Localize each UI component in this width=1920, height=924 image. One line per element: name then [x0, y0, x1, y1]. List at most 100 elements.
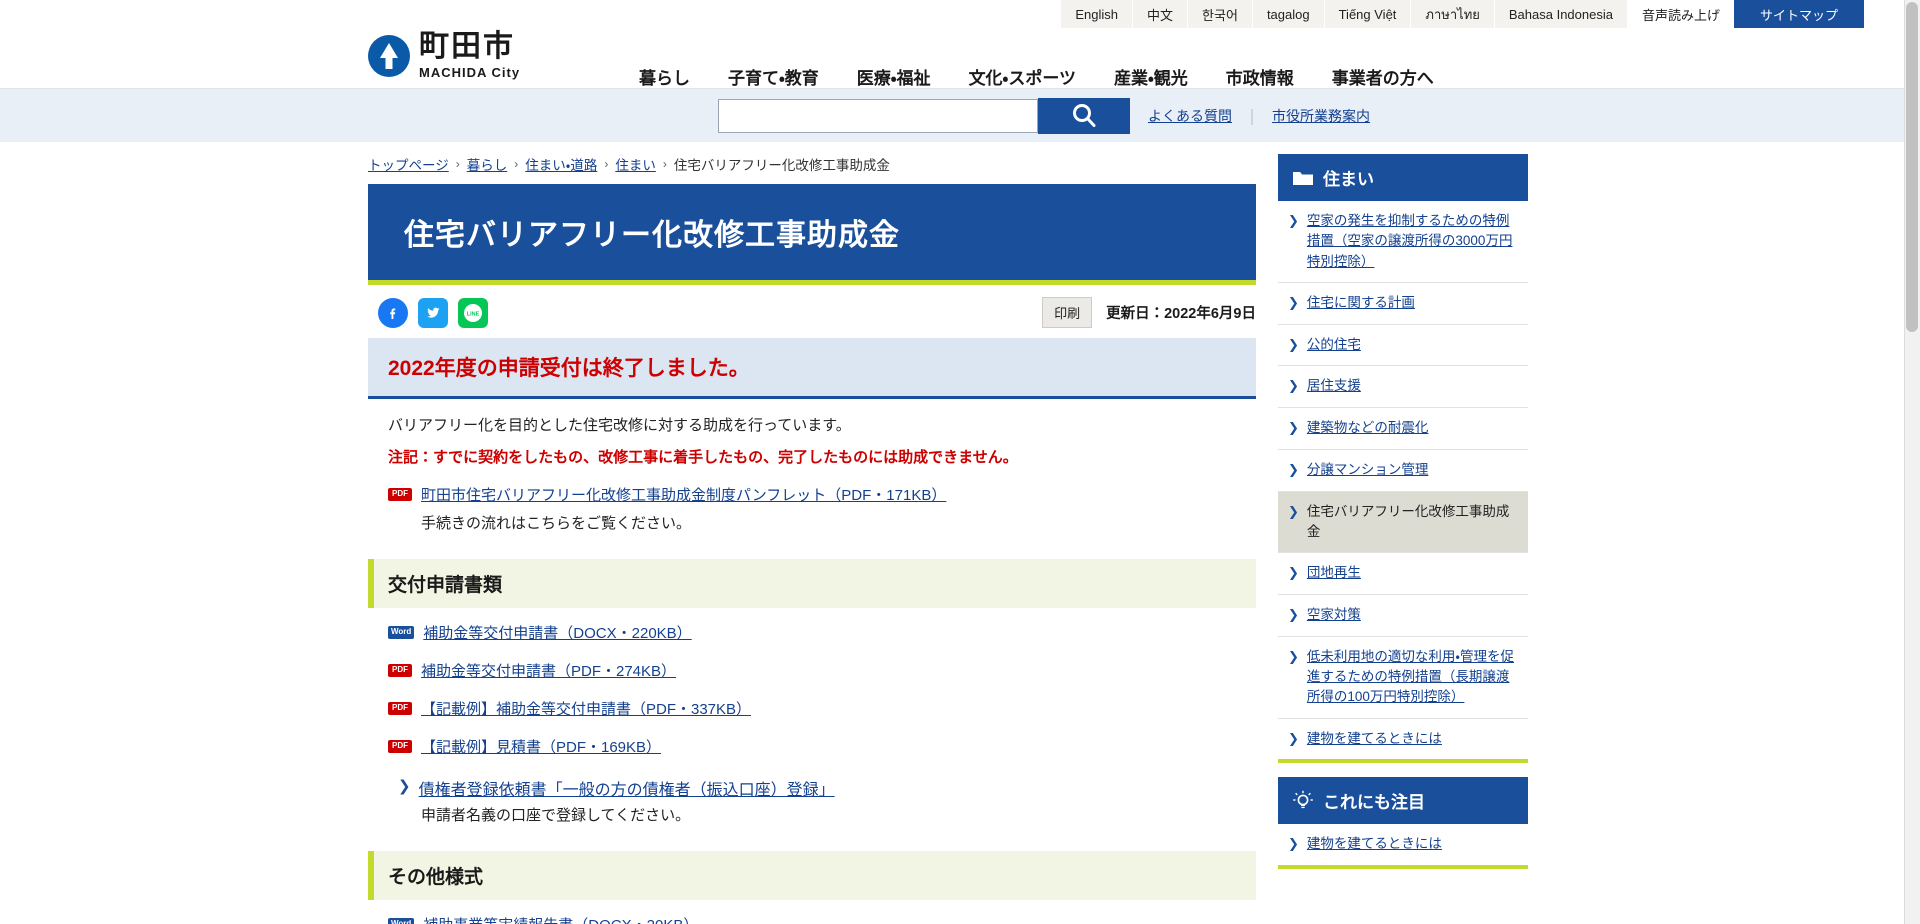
- search-input[interactable]: [718, 98, 1038, 133]
- sidebar-item-bunjo-mansion[interactable]: ❯ 分譲マンション管理: [1278, 450, 1528, 492]
- pamphlet-link[interactable]: 町田市住宅バリアフリー化改修工事助成金制度パンフレット（PDF・171KB）: [421, 484, 946, 508]
- nav-item-bunka-sports[interactable]: 文化・スポーツ: [950, 64, 1095, 89]
- chevron-right-icon: ❯: [1288, 213, 1299, 228]
- print-button[interactable]: 印刷: [1042, 297, 1093, 328]
- search-submit-button[interactable]: [1038, 97, 1130, 134]
- city-hall-guide-link[interactable]: 市役所業務案内: [1272, 106, 1370, 126]
- sidebar-header-sumai: 住まい: [1278, 154, 1528, 201]
- sidebar-item-kyoju-shien[interactable]: ❯ 居住支援: [1278, 366, 1528, 409]
- sidebar-item-tatemono-tateru-2[interactable]: ❯ 建物を建てるときには: [1278, 824, 1528, 865]
- sidebar-item-label[interactable]: 公的住宅: [1307, 335, 1361, 355]
- sidebar-item-jutaku-keikaku[interactable]: ❯ 住宅に関する計画: [1278, 283, 1528, 325]
- language-switcher: English 中文 한국어 tagalog Tiếng Việt ภาษาไท…: [1061, 0, 1628, 28]
- line-share-icon[interactable]: LINE: [458, 297, 488, 328]
- search-band: よくある質問 ｜ 市役所業務案内: [0, 88, 1920, 142]
- sidebar-item-label[interactable]: 建築物などの耐震化: [1307, 418, 1429, 438]
- nav-item-kurashi[interactable]: 暮らし: [620, 64, 709, 89]
- breadcrumb-current: 住宅バリアフリー化改修工事助成金: [673, 158, 890, 173]
- page-container: トップページ › 暮らし › 住まい・道路 › 住まい › 住宅バリアフリー化改…: [0, 142, 1920, 924]
- faq-link[interactable]: よくある質問: [1148, 106, 1232, 126]
- document-link-subsidy-application-pdf[interactable]: 補助金等交付申請書（PDF・274KB）: [421, 660, 676, 684]
- chevron-right-icon: ❯: [1288, 565, 1299, 581]
- sidebar-item-taishinka[interactable]: ❯ 建築物などの耐震化: [1278, 408, 1528, 450]
- sidebar-item-label[interactable]: 空家の発生を抑制するための特例措置（空家の譲渡所得の3000万円特別控除）: [1307, 211, 1516, 272]
- creditor-registration-link[interactable]: 債権者登録依頼書「一般の方の債権者（振込口座）登録」: [419, 776, 835, 800]
- sidebar-item-akiya-tokurei[interactable]: ❯ 空家の発生を抑制するための特例措置（空家の譲渡所得の3000万円特別控除）: [1278, 201, 1528, 283]
- nav-item-kosodate-kyoiku[interactable]: 子育て・教育: [709, 64, 838, 89]
- scrollbar-thumb[interactable]: [1906, 2, 1918, 332]
- document-link-row: PDF 【記載例】補助金等交付申請書（PDF・337KB）: [368, 698, 1256, 722]
- nav-item-iryo-fukushi[interactable]: 医療・福祉: [838, 64, 950, 89]
- chevron-right-icon: ❯: [1288, 336, 1299, 352]
- speech-reader-link[interactable]: 音声読み上げ: [1627, 0, 1734, 28]
- document-link-performance-report-docx[interactable]: 補助事業等実績報告書（DOCX・20KB）: [423, 914, 698, 924]
- lang-english[interactable]: English: [1061, 0, 1134, 28]
- pdf-badge-icon: PDF: [388, 702, 412, 715]
- notice-banner: 2022年度の申請受付は終了しました。: [368, 338, 1256, 399]
- sidebar-item-tatemono-tateru[interactable]: ❯ 建物を建てるときには: [1278, 719, 1528, 760]
- document-link-row: PDF 【記載例】見積書（PDF・169KB）: [368, 736, 1256, 760]
- facebook-share-icon[interactable]: [378, 297, 408, 328]
- site-logo[interactable]: 町田市 MACHIDA City: [368, 32, 520, 79]
- section-heading-other-forms: その他様式: [368, 851, 1256, 900]
- sidebar-item-teimiriyochi[interactable]: ❯ 低未利用地の適切な利用・管理を促進するための特例措置（長期譲渡所得の100万…: [1278, 637, 1528, 719]
- sidebar-item-label[interactable]: 建物を建てるときには: [1307, 729, 1442, 749]
- sitemap-button[interactable]: サイトマップ: [1734, 0, 1864, 28]
- chevron-right-icon: ❯: [1288, 378, 1299, 394]
- sidebar-item-label[interactable]: 空家対策: [1307, 605, 1361, 625]
- breadcrumb-item-top[interactable]: トップページ: [368, 154, 449, 174]
- sidebar-title: これにも注目: [1323, 793, 1425, 813]
- creditor-registration-link-row: ❯ 債権者登録依頼書「一般の方の債権者（振込口座）登録」: [368, 776, 1256, 800]
- document-link-row: Word 補助金等交付申請書（DOCX・220KB）: [368, 622, 1256, 646]
- section-title: 交付申請書類: [388, 575, 503, 596]
- sidebar-item-label[interactable]: 団地再生: [1307, 563, 1361, 583]
- social-share-group: LINE: [378, 297, 488, 328]
- chevron-right-icon: ❯: [1288, 503, 1299, 519]
- search-icon: [1073, 103, 1096, 127]
- chevron-right-icon: ❯: [398, 778, 411, 795]
- chevron-right-icon: ❯: [1288, 607, 1299, 623]
- sidebar-title: 住まい: [1323, 170, 1374, 189]
- document-link-example-quotation[interactable]: 【記載例】見積書（PDF・169KB）: [421, 736, 661, 760]
- sidebar-item-danchi-saisei[interactable]: ❯ 団地再生: [1278, 553, 1528, 596]
- document-link-example-subsidy-application[interactable]: 【記載例】補助金等交付申請書（PDF・337KB）: [421, 698, 751, 722]
- sidebar-item-koteki-jutaku[interactable]: ❯ 公的住宅: [1278, 325, 1528, 367]
- page-meta-right: 印刷 更新日：2022年6月9日: [1042, 297, 1256, 328]
- notice-text: 2022年度の申請受付は終了しました。: [388, 357, 750, 380]
- document-link-subsidy-application-docx[interactable]: 補助金等交付申請書（DOCX・220KB）: [423, 622, 691, 646]
- lang-indonesian[interactable]: Bahasa Indonesia: [1494, 0, 1628, 28]
- breadcrumb-item-kurashi[interactable]: 暮らし: [467, 154, 508, 174]
- nav-item-jigyosha[interactable]: 事業者の方へ: [1313, 64, 1453, 89]
- twitter-share-icon[interactable]: [418, 297, 448, 328]
- breadcrumb-item-sumai-doro[interactable]: 住まい・道路: [525, 154, 597, 174]
- intro-paragraph: バリアフリー化を目的とした住宅改修に対する助成を行っています。: [388, 417, 851, 434]
- breadcrumb-item-sumai[interactable]: 住まい: [615, 154, 656, 174]
- nav-item-sangyo-kanko[interactable]: 産業・観光: [1095, 64, 1207, 89]
- main-navigation: 暮らし 子育て・教育 医療・福祉 文化・スポーツ 産業・観光 市政情報 事業者の…: [620, 64, 1453, 89]
- lang-chinese[interactable]: 中文: [1133, 0, 1189, 28]
- sidebar-item-label[interactable]: 住宅に関する計画: [1307, 293, 1415, 313]
- sidebar-item-akiya-taisaku[interactable]: ❯ 空家対策: [1278, 595, 1528, 637]
- sidebar-item-label[interactable]: 分譲マンション管理: [1307, 460, 1429, 480]
- nav-item-shisei-joho[interactable]: 市政情報: [1207, 64, 1313, 89]
- lang-tagalog[interactable]: tagalog: [1252, 0, 1325, 28]
- search-group: よくある質問 ｜ 市役所業務案内: [718, 97, 1370, 134]
- svg-text:LINE: LINE: [467, 311, 480, 317]
- lang-korean[interactable]: 한국어: [1188, 0, 1253, 28]
- line-glyph: LINE: [464, 303, 482, 322]
- sidebar-item-barrier-free-josei[interactable]: ❯ 住宅バリアフリー化改修工事助成金: [1278, 491, 1528, 554]
- sidebar-item-label[interactable]: 居住支援: [1307, 376, 1361, 396]
- lang-vietnamese[interactable]: Tiếng Việt: [1324, 0, 1412, 28]
- sidebar-item-label[interactable]: 低未利用地の適切な利用・管理を促進するための特例措置（長期譲渡所得の100万円特…: [1307, 647, 1516, 708]
- pdf-badge-icon: PDF: [388, 740, 412, 753]
- facebook-glyph: [390, 308, 396, 319]
- page-scrollbar[interactable]: [1904, 0, 1920, 924]
- chevron-right-icon: ❯: [1288, 648, 1299, 664]
- section-heading-application-documents: 交付申請書類: [368, 559, 1256, 608]
- search-side-links: よくある質問 ｜ 市役所業務案内: [1148, 104, 1370, 128]
- lang-thai[interactable]: ภาษาไทย: [1411, 0, 1495, 28]
- sidebar-item-label[interactable]: 建物を建てるときには: [1307, 834, 1442, 854]
- link-divider: ｜: [1244, 109, 1261, 127]
- lightbulb-icon: [1292, 790, 1314, 812]
- pdf-badge-icon: PDF: [388, 664, 412, 677]
